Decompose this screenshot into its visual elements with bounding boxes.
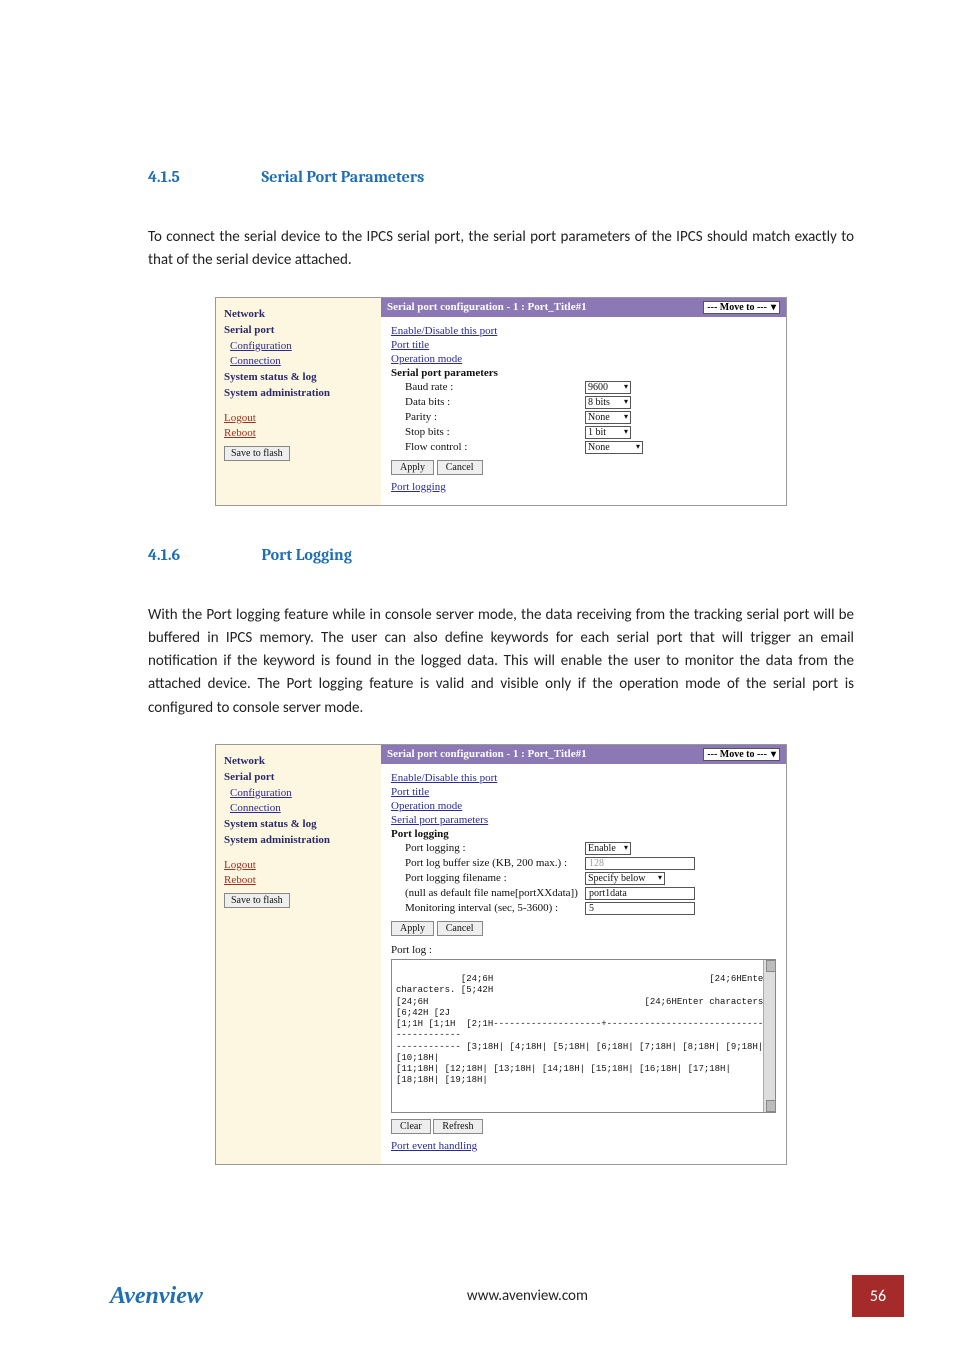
stopbits-label: Stop bits :: [405, 426, 585, 438]
chevron-down-icon: ▾: [771, 749, 776, 760]
section-heading-415: 4.1.5 Serial Port Parameters: [148, 168, 854, 186]
baud-select[interactable]: 9600▾: [585, 381, 631, 394]
link-port-title[interactable]: Port title: [391, 786, 776, 798]
link-port-logging[interactable]: Port logging: [391, 481, 776, 493]
section-heading-416: 4.1.6 Port Logging: [148, 546, 854, 564]
page-footer: Avenview www.avenview.com 56: [0, 1245, 954, 1357]
buffer-label: Port log buffer size (KB, 200 max.) :: [405, 857, 585, 869]
sidebar-logout[interactable]: Logout: [224, 412, 373, 424]
sidebar-configuration[interactable]: Configuration: [230, 340, 373, 352]
link-port-event[interactable]: Port event handling: [391, 1140, 776, 1152]
screenshot-serial-params: Network Serial port Configuration Connec…: [215, 297, 787, 506]
parity-label: Parity :: [405, 411, 585, 423]
clear-button[interactable]: Clear: [391, 1119, 431, 1134]
section2-body: With the Port logging feature while in c…: [148, 604, 854, 720]
portlog-label: Port log :: [391, 944, 776, 956]
sidebar-serial-port[interactable]: Serial port: [224, 771, 373, 783]
section-number: 4.1.6: [148, 546, 258, 564]
sidebar-serial-port[interactable]: Serial port: [224, 324, 373, 336]
stopbits-select[interactable]: 1 bit▾: [585, 426, 631, 439]
interval-input[interactable]: 5: [585, 902, 695, 915]
filename-note: (null as default file name[portXXdata]): [405, 887, 585, 899]
sidebar: Network Serial port Configuration Connec…: [216, 745, 381, 1164]
link-op-mode[interactable]: Operation mode: [391, 800, 776, 812]
page-number: 56: [852, 1275, 904, 1317]
flow-select[interactable]: None▾: [585, 441, 643, 454]
label-serial-params: Serial port parameters: [391, 367, 776, 379]
chevron-down-icon: ▾: [624, 843, 628, 854]
filename-input[interactable]: port1data: [585, 887, 695, 900]
sidebar-connection[interactable]: Connection: [230, 802, 373, 814]
sidebar-network[interactable]: Network: [224, 308, 373, 320]
apply-button[interactable]: Apply: [391, 921, 434, 936]
cancel-button[interactable]: Cancel: [437, 921, 483, 936]
sidebar-configuration[interactable]: Configuration: [230, 787, 373, 799]
filename-label: Port logging filename :: [405, 872, 585, 884]
save-to-flash-button[interactable]: Save to flash: [224, 893, 290, 908]
sidebar-sysstatus[interactable]: System status & log: [224, 371, 373, 383]
baud-label: Baud rate :: [405, 381, 585, 393]
scrollbar[interactable]: [763, 960, 775, 1112]
section1-body: To connect the serial device to the IPCS…: [148, 226, 854, 273]
interval-label: Monitoring interval (sec, 5-3600) :: [405, 902, 585, 914]
chevron-down-icon: ▾: [624, 382, 628, 393]
parity-select[interactable]: None▾: [585, 411, 631, 424]
chevron-down-icon: ▾: [624, 427, 628, 438]
filename-mode-select[interactable]: Specify below▾: [585, 872, 665, 885]
sidebar-reboot[interactable]: Reboot: [224, 874, 373, 886]
flow-label: Flow control :: [405, 441, 585, 453]
chevron-down-icon: ▾: [771, 302, 776, 313]
panel-title: Serial port configuration - 1 : Port_Tit…: [387, 748, 587, 760]
sidebar-logout[interactable]: Logout: [224, 859, 373, 871]
apply-button[interactable]: Apply: [391, 460, 434, 475]
move-to-select[interactable]: --- Move to ---▾: [703, 748, 780, 761]
link-serial-params[interactable]: Serial port parameters: [391, 814, 776, 826]
buffer-input[interactable]: 128: [585, 857, 695, 870]
panel-title: Serial port configuration - 1 : Port_Tit…: [387, 301, 587, 313]
chevron-down-icon: ▾: [624, 412, 628, 423]
panel-header: Serial port configuration - 1 : Port_Tit…: [381, 745, 786, 764]
section-title: Serial Port Parameters: [262, 168, 425, 186]
databits-select[interactable]: 8 bits▾: [585, 396, 631, 409]
link-enable-disable[interactable]: Enable/Disable this port: [391, 772, 776, 784]
sidebar-connection[interactable]: Connection: [230, 355, 373, 367]
sidebar-sysadmin[interactable]: System administration: [224, 387, 373, 399]
save-to-flash-button[interactable]: Save to flash: [224, 446, 290, 461]
chevron-down-icon: ▾: [636, 442, 640, 453]
chevron-down-icon: ▾: [658, 873, 662, 884]
port-logging-select[interactable]: Enable▾: [585, 842, 631, 855]
chevron-down-icon: ▾: [624, 397, 628, 408]
sidebar-sysadmin[interactable]: System administration: [224, 834, 373, 846]
label-port-logging: Port logging: [391, 828, 776, 840]
section-number: 4.1.5: [148, 168, 258, 186]
sidebar-sysstatus[interactable]: System status & log: [224, 818, 373, 830]
sidebar: Network Serial port Configuration Connec…: [216, 298, 381, 505]
cancel-button[interactable]: Cancel: [437, 460, 483, 475]
footer-url: www.avenview.com: [467, 1287, 588, 1305]
screenshot-port-logging: Network Serial port Configuration Connec…: [215, 744, 787, 1165]
sidebar-reboot[interactable]: Reboot: [224, 427, 373, 439]
refresh-button[interactable]: Refresh: [433, 1119, 482, 1134]
move-to-select[interactable]: --- Move to ---▾: [703, 301, 780, 314]
databits-label: Data bits :: [405, 396, 585, 408]
section-title: Port Logging: [262, 546, 352, 564]
brand-logo: Avenview: [110, 1283, 203, 1310]
sidebar-network[interactable]: Network: [224, 755, 373, 767]
link-op-mode[interactable]: Operation mode: [391, 353, 776, 365]
link-enable-disable[interactable]: Enable/Disable this port: [391, 325, 776, 337]
port-logging-label: Port logging :: [405, 842, 585, 854]
port-log-textarea[interactable]: [24;6H [24;6HEnter characters. [5;42H [2…: [391, 959, 776, 1113]
link-port-title[interactable]: Port title: [391, 339, 776, 351]
panel-header: Serial port configuration - 1 : Port_Tit…: [381, 298, 786, 317]
